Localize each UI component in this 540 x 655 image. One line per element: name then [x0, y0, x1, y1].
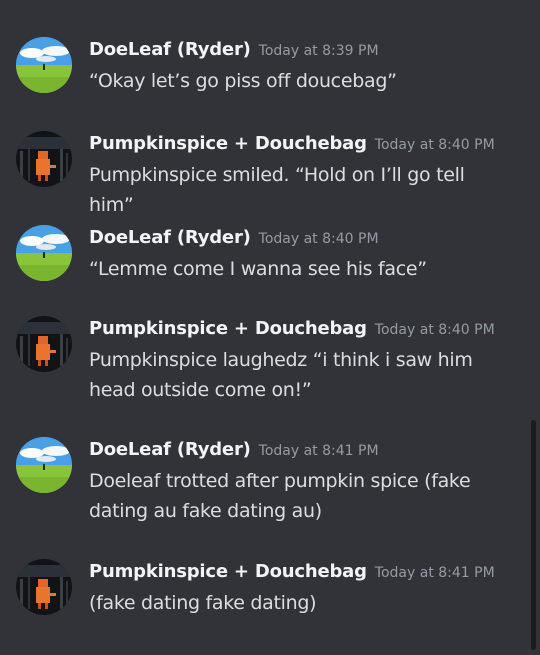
message-item: Pumpkinspice + Douchebag Today at 8:40 PM…	[0, 94, 530, 216]
message-item: DoeLeaf (Ryder) Today at 8:39 PM “Okay le…	[0, 0, 530, 100]
dark-cat-avatar-icon[interactable]	[16, 131, 72, 187]
message-header: DoeLeaf (Ryder) Today at 8:40 PM	[89, 226, 379, 251]
landscape-avatar-icon[interactable]	[16, 437, 72, 493]
message-content: “Okay let’s go piss off doucebag”	[89, 70, 397, 92]
message-author[interactable]: Pumpkinspice + Douchebag	[89, 133, 367, 154]
dark-cat-avatar-icon[interactable]	[16, 316, 72, 372]
message-timestamp: Today at 8:40 PM	[374, 322, 495, 338]
message-header: DoeLeaf (Ryder) Today at 8:39 PM	[89, 38, 379, 63]
dark-cat-avatar-icon[interactable]	[16, 559, 72, 615]
message-author[interactable]: Pumpkinspice + Douchebag	[89, 318, 367, 339]
message-item: Pumpkinspice + Douchebag Today at 8:40 PM…	[0, 279, 530, 409]
message-header: Pumpkinspice + Douchebag Today at 8:40 PM	[89, 132, 495, 157]
message-list: DoeLeaf (Ryder) Today at 8:39 PM “Okay le…	[0, 0, 540, 655]
message-item: Pumpkinspice + Douchebag Today at 8:41 PM…	[0, 522, 530, 622]
message-author[interactable]: DoeLeaf (Ryder)	[89, 39, 251, 60]
message-content: Pumpkinspice laughedz “i think i saw him…	[89, 349, 473, 401]
message-item: DoeLeaf (Ryder) Today at 8:41 PM Doeleaf …	[0, 400, 530, 530]
message-timestamp: Today at 8:39 PM	[258, 43, 379, 59]
message-item: DoeLeaf (Ryder) Today at 8:40 PM “Lemme c…	[0, 188, 530, 288]
message-content: (fake dating fake dating)	[89, 592, 317, 614]
message-timestamp: Today at 8:41 PM	[374, 565, 495, 581]
message-content: Doeleaf trotted after pumpkin spice (fak…	[89, 470, 471, 522]
landscape-avatar-icon[interactable]	[16, 37, 72, 93]
message-author[interactable]: Pumpkinspice + Douchebag	[89, 561, 367, 582]
message-author[interactable]: DoeLeaf (Ryder)	[89, 439, 251, 460]
scrollbar-thumb[interactable]	[531, 420, 536, 650]
message-header: Pumpkinspice + Douchebag Today at 8:40 PM	[89, 317, 495, 342]
landscape-avatar-icon[interactable]	[16, 225, 72, 281]
message-timestamp: Today at 8:40 PM	[258, 231, 379, 247]
message-header: DoeLeaf (Ryder) Today at 8:41 PM	[89, 438, 379, 463]
message-timestamp: Today at 8:40 PM	[374, 137, 495, 153]
message-header: Pumpkinspice + Douchebag Today at 8:41 PM	[89, 560, 495, 585]
message-timestamp: Today at 8:41 PM	[258, 443, 379, 459]
message-author[interactable]: DoeLeaf (Ryder)	[89, 227, 251, 248]
